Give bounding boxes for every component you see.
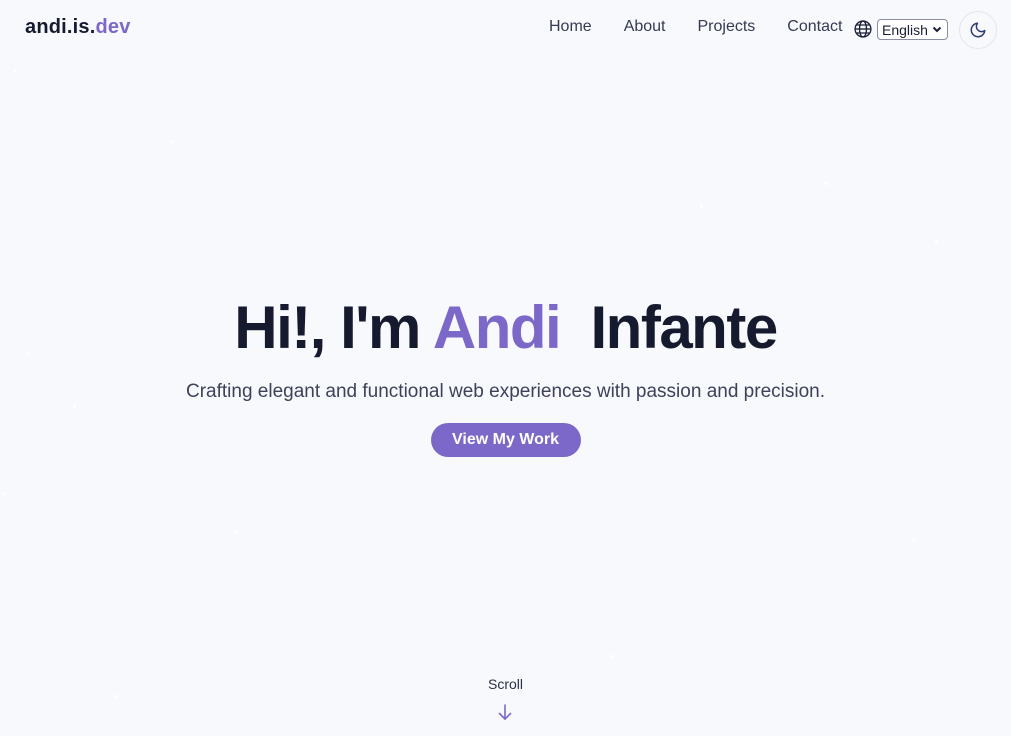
language-select[interactable]: English	[877, 19, 948, 40]
background-sparkle	[700, 205, 703, 208]
background-sparkle	[610, 655, 613, 658]
site-logo[interactable]: andi.is.dev	[25, 16, 131, 39]
globe-icon	[854, 20, 872, 38]
hero-last-name: Infante	[590, 294, 779, 361]
background-sparkle	[825, 182, 828, 185]
nav-link-about[interactable]: About	[624, 18, 666, 36]
nav-link-home[interactable]: Home	[549, 18, 592, 36]
background-sparkle	[115, 695, 118, 698]
hero-first-name: Andi	[432, 294, 562, 361]
navbar: andi.is.dev Home About Projects Contact …	[0, 0, 1011, 58]
background-sparkle	[2, 492, 5, 495]
background-sparkle	[235, 531, 238, 534]
hero-subtitle: Crafting elegant and functional web expe…	[185, 381, 825, 402]
moon-icon	[970, 22, 986, 38]
view-my-work-button[interactable]: View My Work	[430, 423, 581, 457]
chevron-down-icon	[932, 26, 942, 33]
hero-greeting: Hi!, I'm	[234, 294, 421, 361]
background-sparkle	[170, 140, 173, 143]
background-sparkle	[912, 538, 915, 541]
nav-link-projects[interactable]: Projects	[698, 18, 756, 36]
scroll-label: Scroll	[487, 676, 523, 692]
theme-toggle-button[interactable]	[959, 11, 997, 49]
logo-text: andi.is.	[25, 16, 96, 38]
arrow-down-icon[interactable]	[497, 703, 513, 721]
language-select-value: English	[882, 21, 928, 38]
hero-section: Hi!, I'm Andi Infante Crafting elegant a…	[0, 290, 1011, 457]
nav-links: Home About Projects Contact	[549, 18, 874, 36]
background-sparkle	[14, 70, 17, 73]
nav-link-contact[interactable]: Contact	[787, 18, 842, 36]
background-sparkle	[935, 240, 938, 243]
logo-accent-text: dev	[95, 16, 131, 38]
hero-title: Hi!, I'm Andi Infante	[0, 290, 1011, 366]
page: andi.is.dev Home About Projects Contact …	[0, 0, 1011, 736]
